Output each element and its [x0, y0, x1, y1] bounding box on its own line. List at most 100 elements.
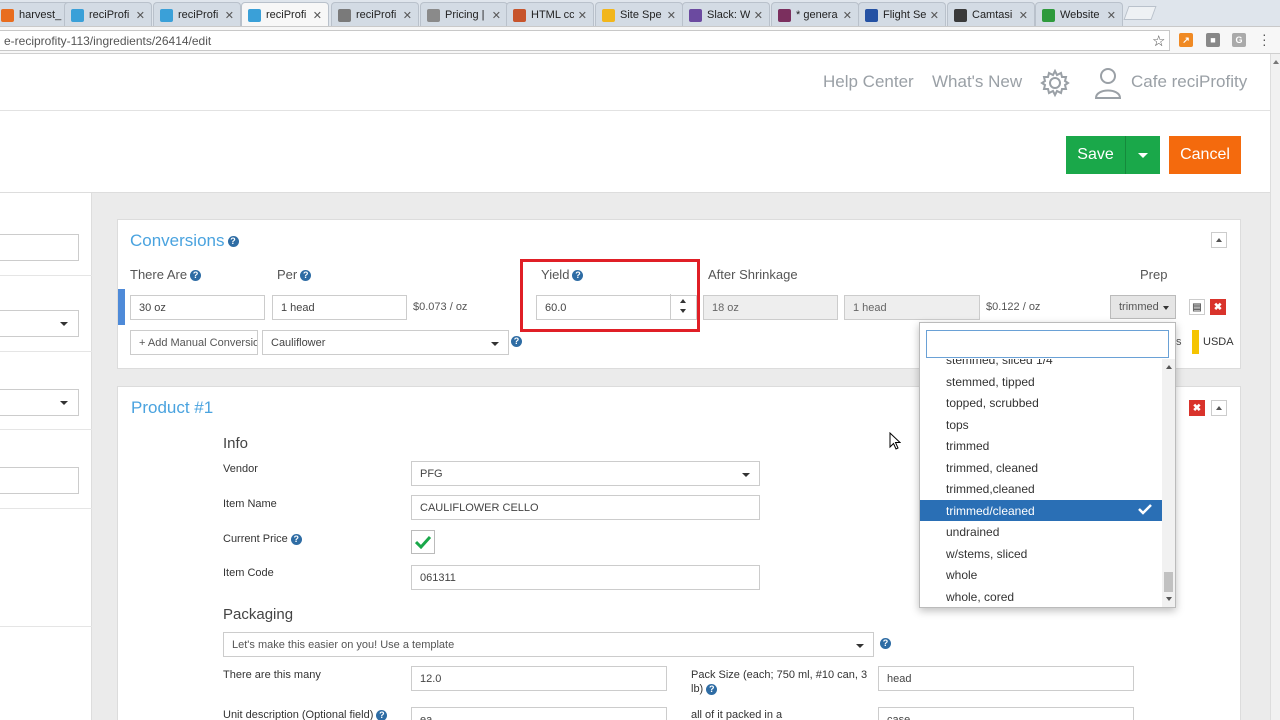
help-icon[interactable]: ? [376, 709, 388, 720]
browser-tab[interactable]: reciProfi ✕ [241, 2, 329, 26]
collapse-conversions-button[interactable] [1211, 232, 1227, 248]
after-shrinkage-per: 1 head [844, 295, 980, 320]
left-text-field-2[interactable] [0, 467, 79, 494]
prep-option[interactable]: tops [920, 414, 1162, 435]
save-button[interactable]: Save [1066, 136, 1125, 174]
prep-search-input[interactable] [926, 330, 1169, 358]
tab-favicon-icon [778, 8, 791, 22]
delete-conversion-button[interactable]: ✖ [1210, 299, 1226, 315]
browser-menu-icon[interactable]: · · · [1262, 27, 1267, 51]
col-per: Per? [277, 267, 312, 282]
left-text-field-1[interactable] [0, 234, 79, 261]
page-scrollbar[interactable] [1270, 54, 1280, 720]
browser-tab[interactable]: Pricing | ✕ [420, 2, 508, 26]
extension-box-icon[interactable]: ■ [1206, 33, 1220, 47]
prep-select[interactable]: trimmed [1110, 295, 1176, 319]
browser-tab[interactable]: Site Spe ✕ [595, 2, 683, 26]
browser-tab[interactable]: Slack: W ✕ [682, 2, 770, 26]
item-code-input[interactable]: 061311 [411, 565, 760, 590]
prep-option[interactable]: undrained [920, 521, 1162, 542]
browser-tab[interactable]: Website ✕ [1035, 2, 1123, 26]
there-are-input[interactable]: 30 oz [130, 295, 265, 320]
close-tab-icon[interactable]: ✕ [843, 9, 852, 22]
prep-option[interactable]: stemmed, sliced 1/4 [920, 359, 1162, 370]
add-manual-conversion-button[interactable]: + Add Manual Conversion [130, 330, 258, 355]
tab-label: * genera [796, 9, 838, 21]
dropdown-scrollbar[interactable] [1162, 359, 1175, 607]
help-center-link[interactable]: Help Center [823, 72, 914, 92]
bookmark-star-icon[interactable]: ☆ [1152, 32, 1165, 50]
help-icon[interactable]: ? [190, 270, 202, 282]
browser-tab[interactable]: reciProfi ✕ [331, 2, 419, 26]
left-form-column [0, 193, 92, 720]
prep-option[interactable]: w/stems, sliced [920, 543, 1162, 564]
delete-product-button[interactable]: ✖ [1189, 400, 1205, 416]
browser-tab[interactable]: HTML cc ✕ [506, 2, 594, 26]
prep-option[interactable]: trimmed, cleaned [920, 457, 1162, 478]
close-tab-icon[interactable]: ✕ [930, 9, 939, 22]
browser-tab[interactable]: * genera ✕ [771, 2, 859, 26]
account-name[interactable]: Cafe reciProfity [1131, 72, 1247, 92]
extension-chart-icon[interactable]: ↗ [1179, 33, 1193, 47]
packaging-template-select[interactable]: Let's make this easier on you! Use a tem… [223, 632, 874, 657]
after-shrinkage-price: $0.122 / oz [986, 301, 1041, 313]
help-icon[interactable]: ? [511, 336, 522, 347]
prep-option[interactable]: whole [920, 564, 1162, 585]
conversion-source-select[interactable]: Cauliflower [262, 330, 509, 355]
new-tab-button[interactable] [1123, 6, 1157, 20]
close-tab-icon[interactable]: ✕ [578, 9, 587, 22]
save-options-button[interactable] [1125, 136, 1160, 174]
item-name-input[interactable]: CAULIFLOWER CELLO [411, 495, 760, 520]
per-input[interactable]: 1 head [272, 295, 407, 320]
close-tab-icon[interactable]: ✕ [667, 9, 676, 22]
close-tab-icon[interactable]: ✕ [403, 9, 412, 22]
current-price-label: Current Price? [223, 533, 302, 545]
browser-tab[interactable]: Camtasi ✕ [947, 2, 1035, 26]
unit-description-input[interactable]: ea [411, 707, 667, 720]
close-tab-icon[interactable]: ✕ [225, 9, 234, 22]
prep-option[interactable]: trimmed [920, 435, 1162, 456]
prep-option[interactable]: trimmed,cleaned [920, 478, 1162, 499]
close-tab-icon[interactable]: ✕ [136, 9, 145, 22]
user-avatar-icon[interactable] [1094, 67, 1122, 102]
prep-option[interactable]: whole, cored [920, 586, 1162, 607]
close-tab-icon[interactable]: ✕ [313, 9, 322, 22]
left-select-1[interactable] [0, 310, 79, 337]
close-tab-icon[interactable]: ✕ [754, 9, 763, 22]
browser-tab[interactable]: reciProfi ✕ [64, 2, 152, 26]
packed-in-input[interactable]: case [878, 707, 1134, 720]
collapse-product-button[interactable] [1211, 400, 1227, 416]
there-are-many-input[interactable]: 12.0 [411, 666, 667, 691]
vendor-select[interactable]: PFG [411, 461, 760, 486]
browser-tab[interactable]: reciProfi ✕ [153, 2, 241, 26]
extension-g-icon[interactable]: G [1232, 33, 1246, 47]
current-price-checkbox[interactable] [411, 530, 435, 554]
pack-size-input[interactable]: head [878, 666, 1134, 691]
help-icon[interactable]: ? [880, 638, 891, 649]
close-tab-icon[interactable]: ✕ [1107, 9, 1116, 22]
prep-option-label: w/stems, sliced [946, 546, 1028, 561]
col-there-are: There Are? [130, 267, 202, 282]
help-icon[interactable]: ? [290, 533, 302, 545]
document-icon[interactable]: ▤ [1189, 299, 1205, 315]
help-icon[interactable]: ? [706, 683, 718, 695]
left-select-2[interactable] [0, 389, 79, 416]
close-tab-icon[interactable]: ✕ [492, 9, 501, 22]
prep-option[interactable]: trimmed/cleaned [920, 499, 1162, 521]
browser-tab[interactable]: Flight Se ✕ [858, 2, 946, 26]
prep-option[interactable]: stemmed, tipped [920, 371, 1162, 392]
help-icon[interactable]: ? [227, 236, 239, 248]
prep-options-list: stemmed, sliced 1/4 stemmed, tipped topped… [920, 359, 1162, 607]
prep-option-label: whole, cored [946, 589, 1015, 604]
tab-label: reciProfi [178, 9, 219, 21]
whats-new-link[interactable]: What's New [932, 72, 1022, 92]
close-tab-icon[interactable]: ✕ [1019, 9, 1028, 22]
pack-size-label: Pack Size (each; 750 ml, #10 can, 3 lb)? [691, 669, 868, 695]
info-heading: Info [223, 435, 249, 452]
help-icon[interactable]: ? [300, 270, 312, 282]
cancel-button[interactable]: Cancel [1169, 136, 1241, 174]
gear-icon[interactable] [1040, 68, 1070, 101]
url-input[interactable]: e-reciprofity-113/ingredients/26414/edit [0, 30, 1170, 51]
prep-option-label: stemmed, sliced 1/4 [946, 359, 1053, 367]
prep-option[interactable]: topped, scrubbed [920, 392, 1162, 413]
